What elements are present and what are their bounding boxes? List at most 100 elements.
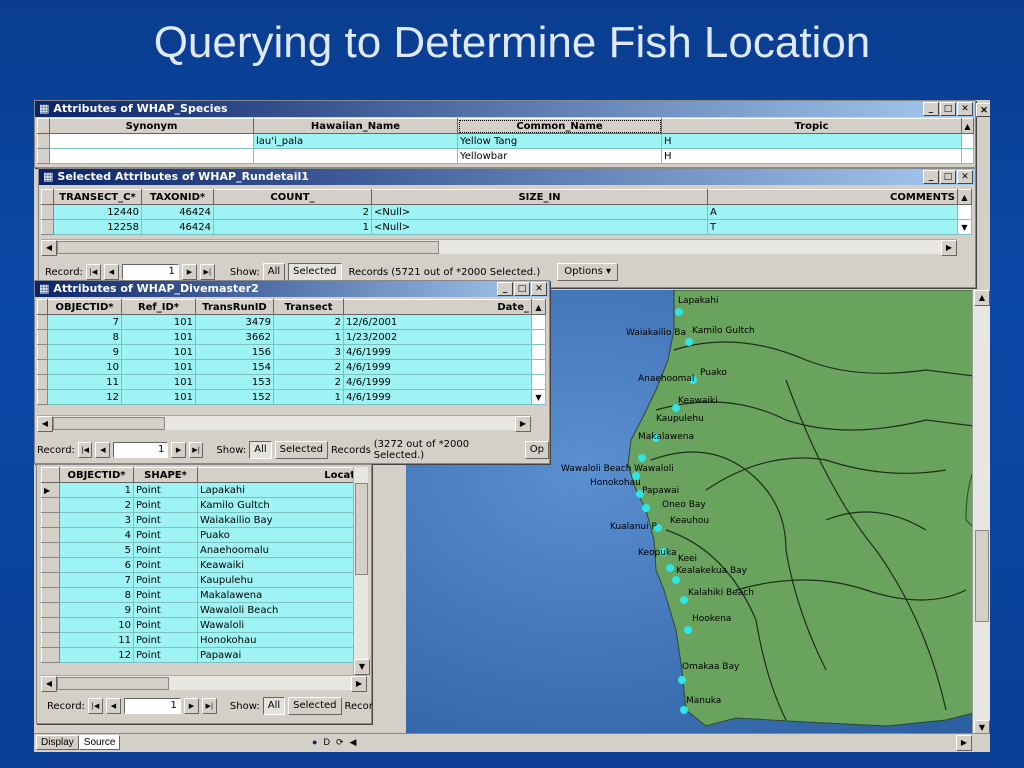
previous-record-icon[interactable]: ◀: [95, 442, 111, 458]
show-selected-button[interactable]: Selected: [274, 441, 329, 459]
show-all-button[interactable]: All: [249, 441, 272, 459]
window-titlebar[interactable]: ▦ Selected Attributes of WHAP_Rundetail1 …: [39, 169, 975, 185]
scroll-thumb[interactable]: [57, 241, 439, 254]
column-header[interactable]: Hawaiian_Name: [253, 118, 458, 134]
column-header[interactable]: TAXONID*: [141, 189, 214, 205]
table-row[interactable]: 4 Point Puako: [41, 527, 358, 543]
maximize-button[interactable]: □: [940, 170, 956, 184]
column-header[interactable]: Common_Name: [457, 118, 662, 134]
previous-record-icon[interactable]: ◀: [103, 264, 119, 280]
options-button[interactable]: Options ▾: [557, 263, 619, 281]
first-record-icon[interactable]: |◀: [87, 698, 103, 714]
table-row[interactable]: 5 Point Anaehoomalu: [41, 542, 358, 558]
last-record-icon[interactable]: ▶|: [199, 264, 215, 280]
table-row[interactable]: 8 101 3662 1 1/23/2002: [37, 329, 546, 345]
scroll-right-icon[interactable]: ▶: [941, 240, 957, 256]
refresh-icon[interactable]: ⟳: [336, 737, 344, 748]
table-row[interactable]: 2 Point Kamilo Gultch: [41, 497, 358, 513]
maximize-button[interactable]: □: [940, 102, 956, 116]
table-row[interactable]: 9 Point Wawaloli Beach: [41, 602, 358, 618]
column-header[interactable]: SHAPE*: [133, 467, 198, 483]
table-row[interactable]: 11 101 153 2 4/6/1999: [37, 374, 546, 390]
scroll-left-icon[interactable]: ◀: [349, 737, 356, 748]
minimize-button[interactable]: _: [497, 282, 513, 296]
column-header[interactable]: SIZE_IN: [371, 189, 708, 205]
map-vertical-scrollbar[interactable]: ▲ ▼: [972, 290, 990, 736]
column-header[interactable]: Synonym: [49, 118, 254, 134]
scroll-up-icon[interactable]: ▲: [531, 299, 546, 315]
record-number-input[interactable]: 1: [121, 264, 179, 280]
show-all-button[interactable]: All: [262, 697, 286, 715]
scroll-up-icon[interactable]: ▲: [974, 290, 990, 306]
record-number-input[interactable]: 1: [123, 698, 181, 714]
scroll-thumb[interactable]: [57, 677, 169, 690]
close-button[interactable]: ✕: [957, 102, 973, 116]
table-row[interactable]: 10 Point Wawaloli: [41, 617, 358, 633]
table-row[interactable]: 10 101 154 2 4/6/1999: [37, 359, 546, 375]
window-titlebar[interactable]: ▦ Attributes of WHAP_Species _ □ ✕: [35, 101, 975, 117]
layout-view-icon[interactable]: D: [323, 737, 330, 747]
column-header[interactable]: Date_: [343, 299, 532, 315]
scroll-right-icon[interactable]: ▶: [515, 416, 531, 432]
column-header[interactable]: Tropic: [661, 118, 962, 134]
tab-display[interactable]: Display: [36, 735, 79, 750]
tab-source[interactable]: Source: [78, 735, 121, 750]
close-button[interactable]: ✕: [531, 282, 547, 296]
scroll-thumb[interactable]: [355, 483, 368, 575]
column-header[interactable]: Locat: [197, 467, 358, 483]
minimize-button[interactable]: _: [923, 102, 939, 116]
scroll-left-icon[interactable]: ◀: [41, 676, 57, 692]
horizontal-scrollbar[interactable]: ◀ ▶: [41, 239, 957, 256]
close-button[interactable]: ✕: [976, 103, 990, 117]
table-row[interactable]: 8 Point Makalawena: [41, 587, 358, 603]
record-number-input[interactable]: 1: [113, 442, 169, 458]
scroll-down-icon[interactable]: ▼: [354, 659, 370, 675]
scroll-up-icon[interactable]: ▲: [961, 118, 974, 134]
table-row[interactable]: 12258 46424 1 <Null> T ▼: [41, 219, 972, 235]
scroll-up-icon[interactable]: ▲: [957, 189, 972, 205]
last-record-icon[interactable]: ▶|: [188, 442, 204, 458]
first-record-icon[interactable]: |◀: [85, 264, 101, 280]
show-all-button[interactable]: All: [262, 263, 286, 281]
table-row[interactable]: 11 Point Honokohau: [41, 632, 358, 648]
scroll-thumb[interactable]: [53, 417, 165, 430]
next-record-icon[interactable]: ▶: [181, 264, 197, 280]
scroll-right-icon[interactable]: ▶: [956, 735, 972, 751]
column-header[interactable]: COMMENTS: [707, 189, 958, 205]
table-row[interactable]: 9 101 156 3 4/6/1999: [37, 344, 546, 360]
column-header[interactable]: TransRunID: [195, 299, 274, 315]
previous-record-icon[interactable]: ◀: [105, 698, 121, 714]
options-button[interactable]: Op: [524, 441, 549, 459]
last-record-icon[interactable]: ▶|: [201, 698, 217, 714]
next-record-icon[interactable]: ▶: [183, 698, 199, 714]
column-header[interactable]: OBJECTID*: [59, 467, 134, 483]
table-row[interactable]: 3 Point Waiakailio Bay: [41, 512, 358, 528]
table-row[interactable]: 7 101 3479 2 12/6/2001: [37, 314, 546, 330]
horizontal-scrollbar[interactable]: ◀ ▶: [41, 675, 367, 692]
table-row[interactable]: 7 Point Kaupulehu: [41, 572, 358, 588]
globe-icon[interactable]: ●: [312, 737, 317, 747]
table-row[interactable]: Yellowbar H: [37, 148, 974, 164]
close-button[interactable]: ✕: [957, 170, 973, 184]
scroll-thumb[interactable]: [975, 530, 989, 622]
table-row[interactable]: 12 101 152 1 4/6/1999 ▼: [37, 389, 546, 405]
table-row[interactable]: 12440 46424 2 <Null> A: [41, 204, 972, 220]
minimize-button[interactable]: _: [923, 170, 939, 184]
column-header[interactable]: Transect: [273, 299, 344, 315]
window-titlebar[interactable]: ▦ Attributes of WHAP_Divemaster2 _ □ ✕: [35, 281, 549, 297]
table-row[interactable]: 12 Point Papawai: [41, 647, 358, 663]
column-header[interactable]: OBJECTID*: [47, 299, 122, 315]
column-header[interactable]: TRANSECT_C*: [53, 189, 142, 205]
table-row[interactable]: 6 Point Keawaiki: [41, 557, 358, 573]
table-row[interactable]: ▶ 1 Point Lapakahi: [41, 482, 358, 498]
maximize-button[interactable]: □: [514, 282, 530, 296]
scroll-right-icon[interactable]: ▶: [351, 676, 367, 692]
show-selected-button[interactable]: Selected: [288, 263, 342, 281]
scroll-left-icon[interactable]: ◀: [37, 416, 53, 432]
horizontal-scrollbar[interactable]: ◀ ▶: [37, 415, 531, 432]
table-row[interactable]: lau'i_pala Yellow Tang H: [37, 133, 974, 149]
scroll-left-icon[interactable]: ◀: [41, 240, 57, 256]
column-header[interactable]: Ref_ID*: [121, 299, 196, 315]
next-record-icon[interactable]: ▶: [171, 442, 186, 458]
first-record-icon[interactable]: |◀: [77, 442, 93, 458]
